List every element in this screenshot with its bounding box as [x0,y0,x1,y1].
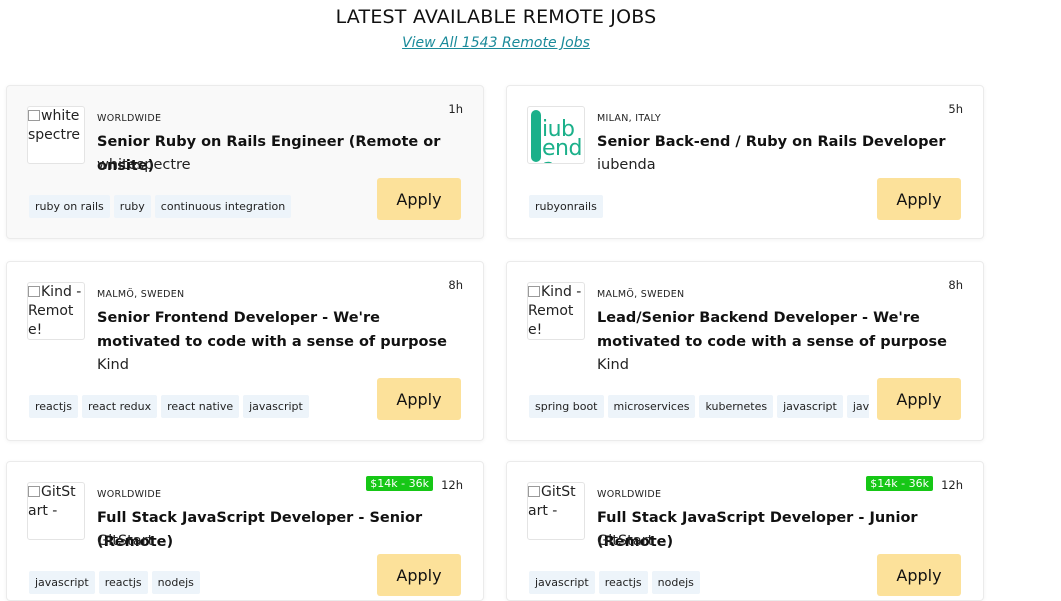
company-name: Kind [97,357,129,373]
tag[interactable]: react native [161,395,240,418]
job-location: WORLDWIDE [97,489,162,500]
apply-button[interactable]: Apply [377,554,461,596]
job-location: MALMÖ, SWEDEN [597,289,685,300]
job-title[interactable]: Full Stack JavaScript Developer - Senior… [97,506,477,554]
job-card[interactable]: Kind - Remote! MALMÖ, SWEDEN 8h Lead/Sen… [506,261,984,441]
apply-button[interactable]: Apply [877,178,961,220]
company-name: GitStart [97,533,154,549]
job-title[interactable]: Lead/Senior Backend Developer - We're mo… [597,306,967,354]
broken-image-icon [528,286,540,297]
company-logo: Kind - Remote! [527,282,585,340]
tag-list: javascript reactjs nodejs [529,571,859,594]
job-card[interactable]: whitespectre WORLDWIDE 1h Senior Ruby on… [6,85,484,239]
posted-time: 12h [941,478,963,492]
iubenda-logo-icon [531,110,541,162]
tag-list: reactjs react redux react native javascr… [29,395,359,418]
company-logo: Kind - Remote! [27,282,85,340]
company-logo: GitStart - [27,482,85,540]
salary-badge: $14k - 36k [866,476,933,491]
tag[interactable]: microservices [607,395,696,418]
job-location: WORLDWIDE [97,113,162,124]
apply-button[interactable]: Apply [377,378,461,420]
company-name: Kind [597,357,629,373]
broken-image-icon [28,486,40,497]
tag[interactable]: javascript [29,571,95,594]
job-title[interactable]: Senior Back-end / Ruby on Rails Develope… [597,130,967,154]
apply-button[interactable]: Apply [377,178,461,220]
posted-time: 5h [948,102,963,116]
company-logo: whitespectre [27,106,85,164]
salary-badge: $14k - 36k [366,476,433,491]
logo-text: iubenda [542,117,582,164]
tag[interactable]: reactjs [598,571,648,594]
tag[interactable]: reactjs [98,571,148,594]
job-title[interactable]: Senior Frontend Developer - We're motiva… [97,306,467,354]
tag[interactable]: spring boot [529,395,604,418]
tag[interactable]: continuous integration [154,195,292,218]
tag-list: spring boot microservices kubernetes jav… [529,395,869,418]
job-card[interactable]: iubenda MILAN, ITALY 5h Senior Back-end … [506,85,984,239]
tag[interactable]: react redux [81,395,158,418]
tag[interactable]: javascript [529,571,595,594]
job-card[interactable]: GitStart - WORLDWIDE $14k - 36k 12h Full… [6,461,484,601]
job-location: WORLDWIDE [597,489,662,500]
company-name: GitStart [597,533,654,549]
tag[interactable]: ruby [113,195,151,218]
apply-button[interactable]: Apply [877,554,961,596]
tag[interactable]: nodejs [151,571,200,594]
tag[interactable]: java [846,395,869,418]
tag[interactable]: javascript [243,395,309,418]
posted-time: 12h [441,478,463,492]
job-location: MALMÖ, SWEDEN [97,289,185,300]
broken-image-icon [28,110,40,121]
company-name: iubenda [597,157,656,173]
broken-image-icon [528,486,540,497]
tag[interactable]: javascript [777,395,843,418]
company-logo: GitStart - [527,482,585,540]
apply-button[interactable]: Apply [877,378,961,420]
company-name: whitespectre [97,157,191,173]
posted-time: 1h [448,102,463,116]
broken-image-icon [28,286,40,297]
tag[interactable]: ruby on rails [29,195,110,218]
tag[interactable]: reactjs [29,395,78,418]
page-title: LATEST AVAILABLE REMOTE JOBS [335,6,657,28]
posted-time: 8h [448,278,463,292]
job-card[interactable]: Kind - Remote! MALMÖ, SWEDEN 8h Senior F… [6,261,484,441]
company-logo: iubenda [527,106,585,164]
tag[interactable]: rubyonrails [529,195,603,218]
tag[interactable]: nodejs [651,571,700,594]
tag-list: ruby on rails ruby continuous integratio… [29,195,359,218]
job-card[interactable]: GitStart - WORLDWIDE $14k - 36k 12h Full… [506,461,984,601]
posted-time: 8h [948,278,963,292]
tag[interactable]: kubernetes [699,395,774,418]
tag-list: javascript reactjs nodejs [29,571,359,594]
job-location: MILAN, ITALY [597,113,661,124]
tag-list: rubyonrails [529,195,859,218]
job-title[interactable]: Full Stack JavaScript Developer - Junior… [597,506,977,554]
view-all-jobs-link[interactable]: View All 1543 Remote Jobs [0,35,992,51]
